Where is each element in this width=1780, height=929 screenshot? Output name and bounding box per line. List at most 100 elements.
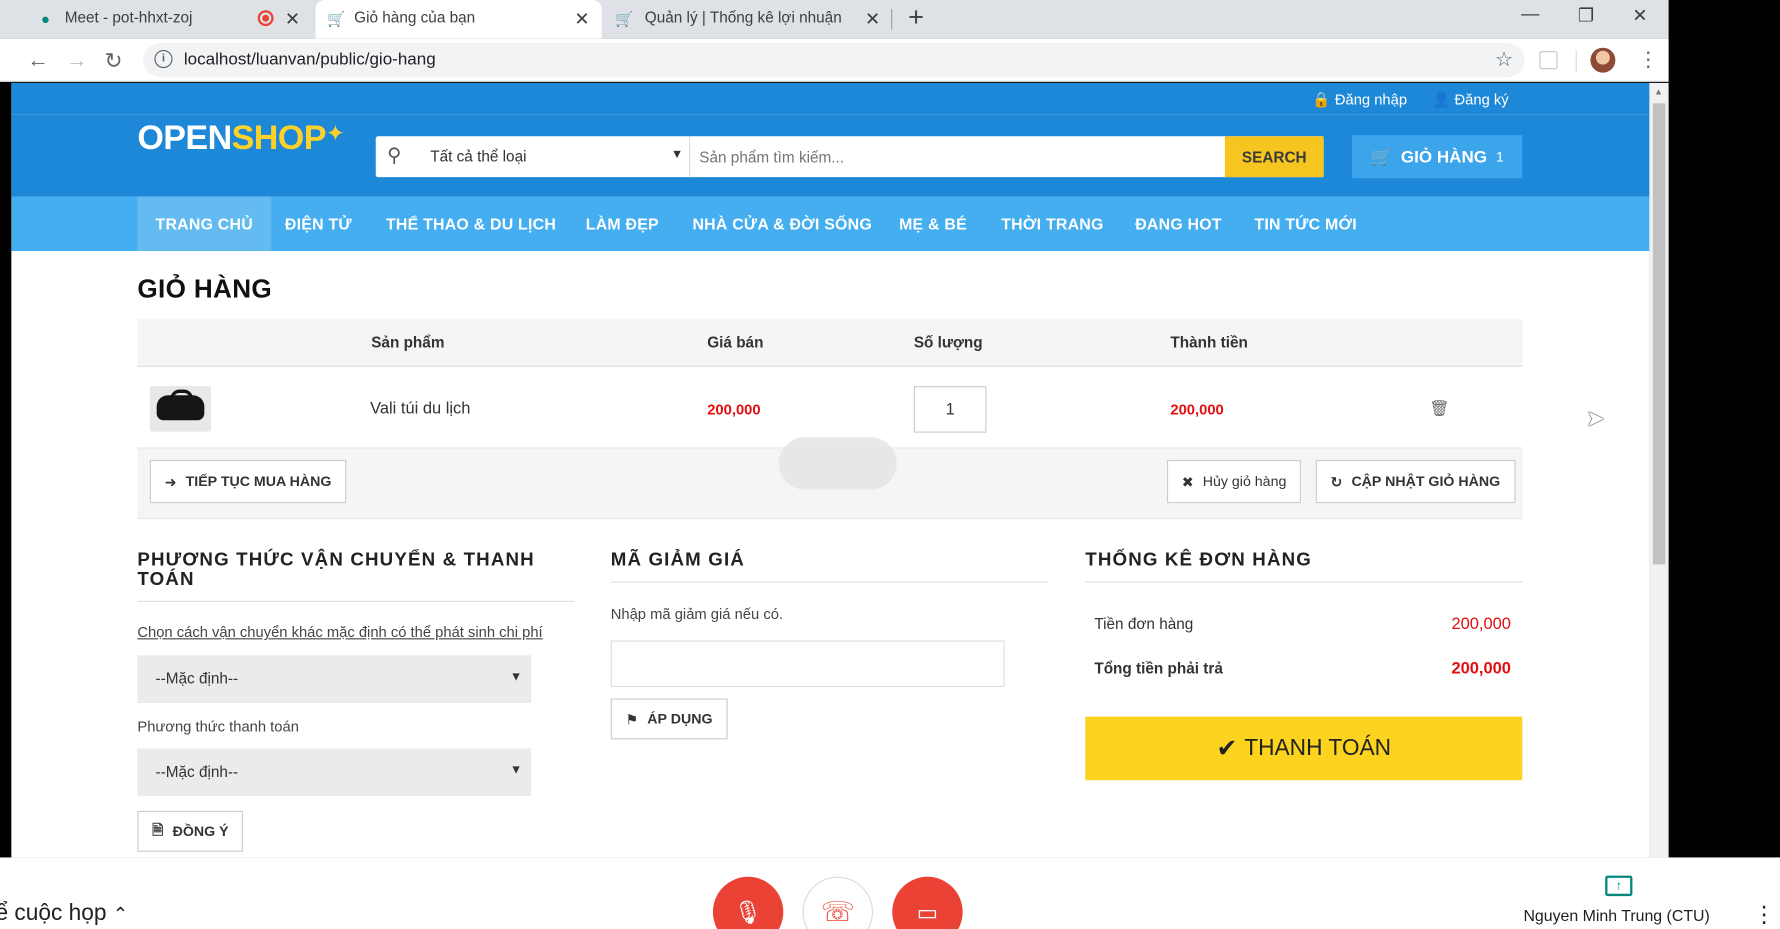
refresh-icon: ↻ [1330,474,1343,491]
cart-label: GIỎ HÀNG [1400,147,1488,167]
leave-call-button[interactable]: ☏ [802,876,873,929]
new-tab-button[interactable]: + [908,2,924,34]
site-logo[interactable]: OPENSHOP✦ [137,119,345,158]
nav-item-sports-travel[interactable]: THỂ THAO & DU LỊCH [386,196,556,251]
nav-item-home-living[interactable]: NHÀ CỬA & ĐỜI SỐNG [692,196,871,251]
minimize-icon[interactable]: — [1521,5,1539,25]
confirm-label: ĐỒNG Ý [172,823,229,840]
logo-open-text: OPEN [137,119,232,157]
cart-favicon: 🛒 [615,10,634,28]
page-scrollbar[interactable]: ▲ [1649,82,1669,858]
info-icon[interactable]: i [154,49,173,69]
search-input[interactable] [699,143,1222,171]
nav-item-news[interactable]: TIN TỨC MỚI [1254,196,1357,251]
update-cart-button[interactable]: ↻ CẬP NHẬT GIỎ HÀNG [1315,459,1515,504]
scrollbar-thumb[interactable] [1652,103,1666,565]
top-utility-bar: 🔒 Đăng nhập 👤 Đăng ký [11,82,1650,115]
more-options-icon[interactable]: ⋮ [1753,901,1776,929]
omnibox[interactable]: i localhost/luanvan/public/gio-hang ☆ [143,43,1525,78]
reload-icon[interactable]: ↻ [104,49,122,75]
meeting-details-toggle[interactable]: ể cuộc họp ⌃ [0,901,128,927]
avatar[interactable] [1590,47,1616,73]
checkout-button[interactable]: ✔ THANH TOÁN [1085,716,1523,781]
nav-item-fashion[interactable]: THỜI TRANG [1001,196,1103,251]
checkout-label: THANH TOÁN [1244,735,1392,761]
payment-method-select[interactable]: --Mặc định-- ▼ [137,748,532,797]
continue-shopping-button[interactable]: ➜ TIẾP TỤC MUA HÀNG [149,459,347,504]
category-select[interactable]: Tất cả thể loại [430,148,526,165]
toolbar-divider [1575,49,1577,73]
meeting-details-label: ể cuộc họp [0,900,107,926]
header-cart-button[interactable]: 🛒 GIỎ HÀNG 1 [1352,135,1523,179]
total-value: 200,000 [1451,659,1511,679]
coupon-input[interactable] [610,640,1005,688]
close-window-icon[interactable]: ✕ [1632,5,1647,28]
tab-cart[interactable]: 🛒 Giỏ hàng của bạn ✕ [315,0,602,39]
shipping-cost-link[interactable]: Chọn cách vận chuyển khác mặc định có th… [137,623,542,640]
shipping-heading: PHƯƠNG THỨC VẬN CHUYỂN & THANH TOÁN [137,550,575,602]
search-bar: ⚲ Tất cả thể loại ▼ SEARCH [375,136,1324,178]
restore-icon[interactable]: ❐ [1578,5,1594,28]
document-icon: 🗎 [152,821,164,838]
column-header-total: Thành tiền [1170,333,1248,351]
apply-coupon-button[interactable]: ⚑ ÁP DỤNG [610,698,728,740]
cart-table-header: Sản phẩm Giá bán Số lượng Thành tiền [137,319,1523,367]
nav-item-beauty[interactable]: LÀM ĐẸP [586,196,659,251]
search-button[interactable]: SEARCH [1224,136,1324,178]
coupon-heading: MÃ GIẢM GIÁ [610,550,1048,583]
main-nav: TRANG CHỦ ĐIỆN TỬ THỂ THAO & DU LỊCH LÀM… [11,196,1650,251]
hang-up-icon: ☏ [820,896,855,928]
page-title: GIỎ HÀNG [137,273,273,304]
nav-item-hot[interactable]: ĐANG HOT [1135,196,1222,251]
nav-item-home[interactable]: TRANG CHỦ [137,196,272,251]
close-icon: ✖ [1181,474,1194,491]
close-tab-icon[interactable]: ✕ [574,8,589,31]
register-label: Đăng ký [1454,90,1509,108]
cart-count-badge: 1 [1496,148,1504,165]
product-price: 200,000 [707,400,761,418]
tab-title: Quản lý | Thống kê lợi nhuận [644,9,842,27]
tab-meet[interactable]: ● Meet - pot-hhxt-zoj ✕ [0,0,313,39]
checkmark-icon: ✔ [1216,733,1238,763]
recording-icon [257,10,274,27]
shipping-method-select[interactable]: --Mặc định-- ▼ [137,655,532,703]
logo-shop-text: SHOP [231,119,327,157]
shipping-select-value: --Mặc định-- [155,670,239,688]
bookmark-star-icon[interactable]: ☆ [1495,48,1513,72]
tab-title: Giỏ hàng của bạn [354,9,476,27]
url-text[interactable]: localhost/luanvan/public/gio-hang [184,50,436,69]
quantity-input[interactable] [913,386,987,433]
close-tab-icon[interactable]: ✕ [285,8,300,31]
summary-heading: THỐNG KÊ ĐƠN HÀNG [1085,550,1523,583]
nav-item-mom-baby[interactable]: MẸ & BÉ [899,196,967,251]
mouse-cursor-icon: ➤ [1585,406,1605,432]
meet-side-area [1668,0,1780,858]
chevron-down-icon: ▼ [670,147,684,162]
confirm-button[interactable]: 🗎 ĐỒNG Ý [137,810,244,852]
present-screen-icon[interactable]: ↑ [1605,875,1633,897]
register-link[interactable]: 👤 Đăng ký [1432,91,1509,109]
forward-icon[interactable]: → [66,49,88,74]
tab-admin-stats[interactable]: 🛒 Quản lý | Thống kê lợi nhuận ✕ [604,0,888,39]
cart-icon: 🛒 [1370,147,1392,167]
browser-tab-bar: ● Meet - pot-hhxt-zoj ✕ 🛒 Giỏ hàng của b… [0,0,1669,39]
subtotal-label: Tiền đơn hàng [1094,615,1194,633]
scroll-up-icon[interactable]: ▲ [1654,86,1663,96]
extension-icon[interactable] [1539,51,1558,70]
meet-icon: ● [40,10,50,28]
total-label: Tổng tiền phải trả [1094,659,1223,677]
nav-item-electronics[interactable]: ĐIỆN TỬ [285,196,352,251]
clear-cart-button[interactable]: ✖ Hủy giỏ hàng [1166,459,1302,504]
product-thumbnail[interactable] [149,386,212,432]
browser-menu-icon[interactable]: ⋮ [1638,48,1658,72]
back-icon[interactable]: ← [27,49,49,74]
login-link[interactable]: 🔒 Đăng nhập [1312,91,1407,109]
product-name[interactable]: Vali túi du lịch [370,400,470,418]
trash-icon[interactable]: 🗑 [1429,399,1449,418]
user-icon: 👤 [1432,90,1451,108]
mic-off-button[interactable]: 🎙 [712,876,784,929]
shipping-payment-section: PHƯƠNG THỨC VẬN CHUYỂN & THANH TOÁN Chọn… [137,550,575,852]
close-tab-icon[interactable]: ✕ [865,8,880,31]
camera-off-button[interactable]: ▭ [892,876,963,929]
column-header-quantity: Số lượng [913,333,983,351]
